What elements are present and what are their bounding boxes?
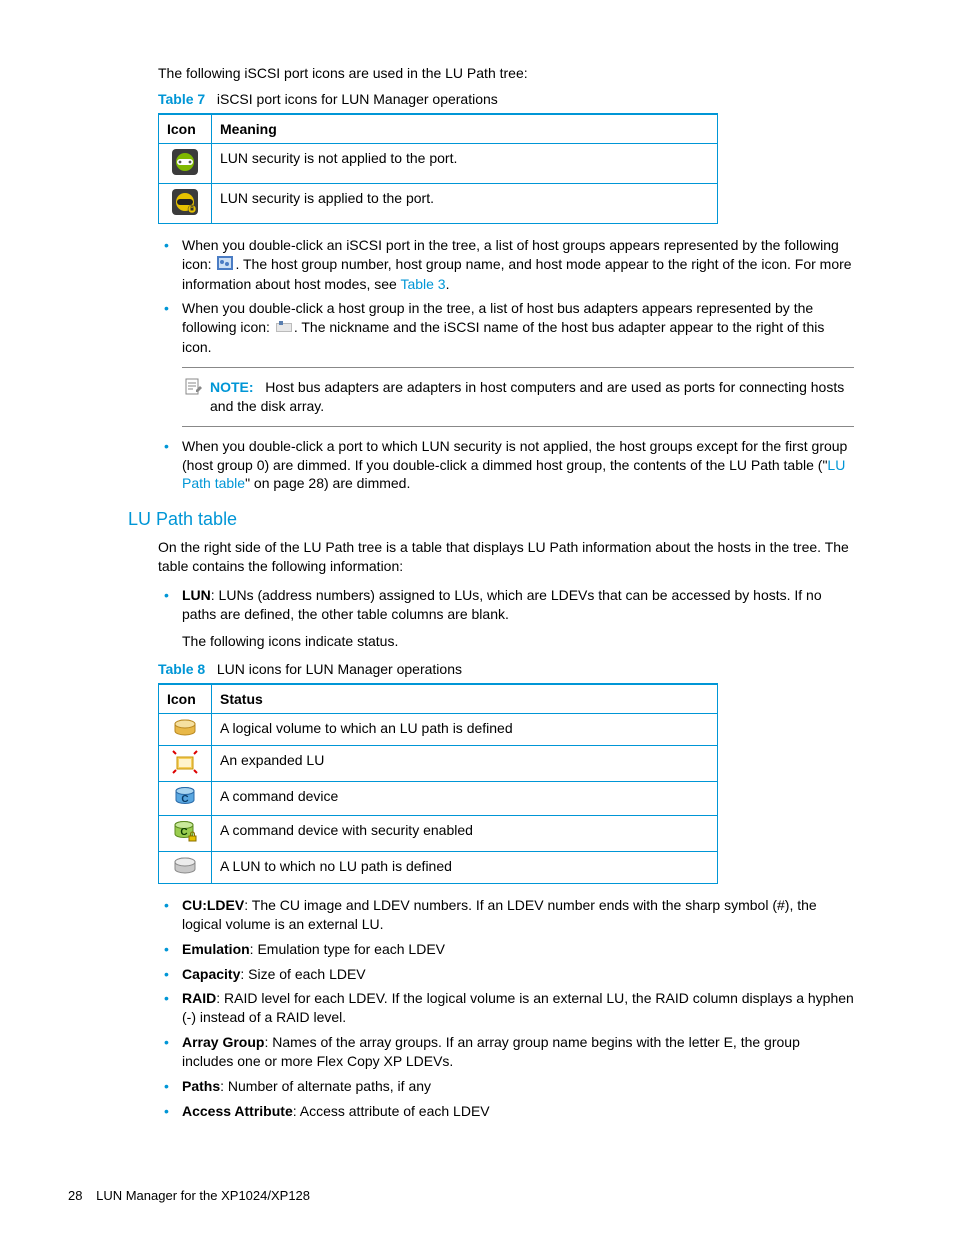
col-icon: Icon [159, 114, 212, 144]
list-item: Paths: Number of alternate paths, if any [158, 1077, 854, 1096]
svg-text:C: C [180, 827, 187, 838]
page-number: 28 [68, 1188, 82, 1203]
command-device-secure-icon: C [159, 815, 212, 851]
cell-status: A logical volume to which an LU path is … [212, 713, 718, 745]
list-item: CU:LDEV: The CU image and LDEV numbers. … [158, 896, 854, 934]
hba-icon [276, 319, 292, 338]
table7-caption: Table 7 iSCSI port icons for LUN Manager… [158, 91, 854, 107]
table-row: C A command device [159, 781, 718, 815]
cell-status: A command device [212, 781, 718, 815]
list-item: When you double-click a host group in th… [158, 299, 854, 357]
note-label: NOTE: [210, 379, 254, 395]
lun-defined-icon [159, 713, 212, 745]
page: The following iSCSI port icons are used … [0, 0, 954, 1235]
list-item: When you double-click a port to which LU… [158, 437, 854, 494]
content: The following iSCSI port icons are used … [158, 64, 854, 1121]
footer-title: LUN Manager for the XP1024/XP128 [96, 1188, 310, 1203]
list-item: Capacity: Size of each LDEV [158, 965, 854, 984]
lun-expanded-icon [159, 745, 212, 781]
cell-status: A LUN to which no LU path is defined [212, 851, 718, 883]
col-meaning: Meaning [212, 114, 718, 144]
table8-caption: Table 8 LUN icons for LUN Manager operat… [158, 661, 854, 677]
bullet-list-1: When you double-click an iSCSI port in t… [158, 236, 854, 357]
section-heading: LU Path table [128, 509, 854, 530]
table-row: LUN security is not applied to the port. [159, 143, 718, 183]
section-p1: On the right side of the LU Path tree is… [158, 538, 854, 576]
host-group-icon [217, 256, 233, 275]
table8-title: LUN icons for LUN Manager operations [217, 661, 462, 677]
port-unlocked-icon [159, 143, 212, 183]
table-row: A logical volume to which an LU path is … [159, 713, 718, 745]
table8-label: Table 8 [158, 661, 205, 677]
list-item: Access Attribute: Access attribute of ea… [158, 1102, 854, 1121]
lun-undefined-icon [159, 851, 212, 883]
command-device-icon: C [159, 781, 212, 815]
list-item: LUN: LUNs (address numbers) assigned to … [158, 586, 854, 651]
table-row: An expanded LU [159, 745, 718, 781]
cell-status: A command device with security enabled [212, 815, 718, 851]
bullet-list-2: When you double-click a port to which LU… [158, 437, 854, 494]
list-item: Array Group: Names of the array groups. … [158, 1033, 854, 1071]
table-header-row: Icon Status [159, 684, 718, 714]
col-icon: Icon [159, 684, 212, 714]
term: LUN [182, 587, 211, 603]
table7-title: iSCSI port icons for LUN Manager operati… [217, 91, 498, 107]
page-footer: 28 LUN Manager for the XP1024/XP128 [68, 1188, 310, 1203]
table-row: LUN security is applied to the port. [159, 183, 718, 223]
table8: Icon Status A logical volume to which an… [158, 683, 718, 884]
note-text: Host bus adapters are adapters in host c… [210, 379, 844, 414]
list-item: Emulation: Emulation type for each LDEV [158, 940, 854, 959]
list-item: When you double-click an iSCSI port in t… [158, 236, 854, 294]
list-item: RAID: RAID level for each LDEV. If the l… [158, 989, 854, 1027]
lun-after: The following icons indicate status. [182, 632, 854, 651]
link-table3[interactable]: Table 3 [400, 276, 445, 292]
port-locked-icon [159, 183, 212, 223]
table7-label: Table 7 [158, 91, 205, 107]
table-row: C A command device with security enabled [159, 815, 718, 851]
col-status: Status [212, 684, 718, 714]
table-row: A LUN to which no LU path is defined [159, 851, 718, 883]
defs-list: CU:LDEV: The CU image and LDEV numbers. … [158, 896, 854, 1121]
note-box: NOTE: Host bus adapters are adapters in … [182, 367, 854, 427]
svg-text:C: C [181, 794, 188, 805]
intro-text: The following iSCSI port icons are used … [158, 64, 854, 83]
lun-bullet: LUN: LUNs (address numbers) assigned to … [158, 586, 854, 651]
cell-meaning: LUN security is not applied to the port. [212, 143, 718, 183]
table-header-row: Icon Meaning [159, 114, 718, 144]
note-icon [184, 378, 202, 401]
cell-status: An expanded LU [212, 745, 718, 781]
cell-meaning: LUN security is applied to the port. [212, 183, 718, 223]
table7: Icon Meaning LUN security is not applie [158, 113, 718, 224]
